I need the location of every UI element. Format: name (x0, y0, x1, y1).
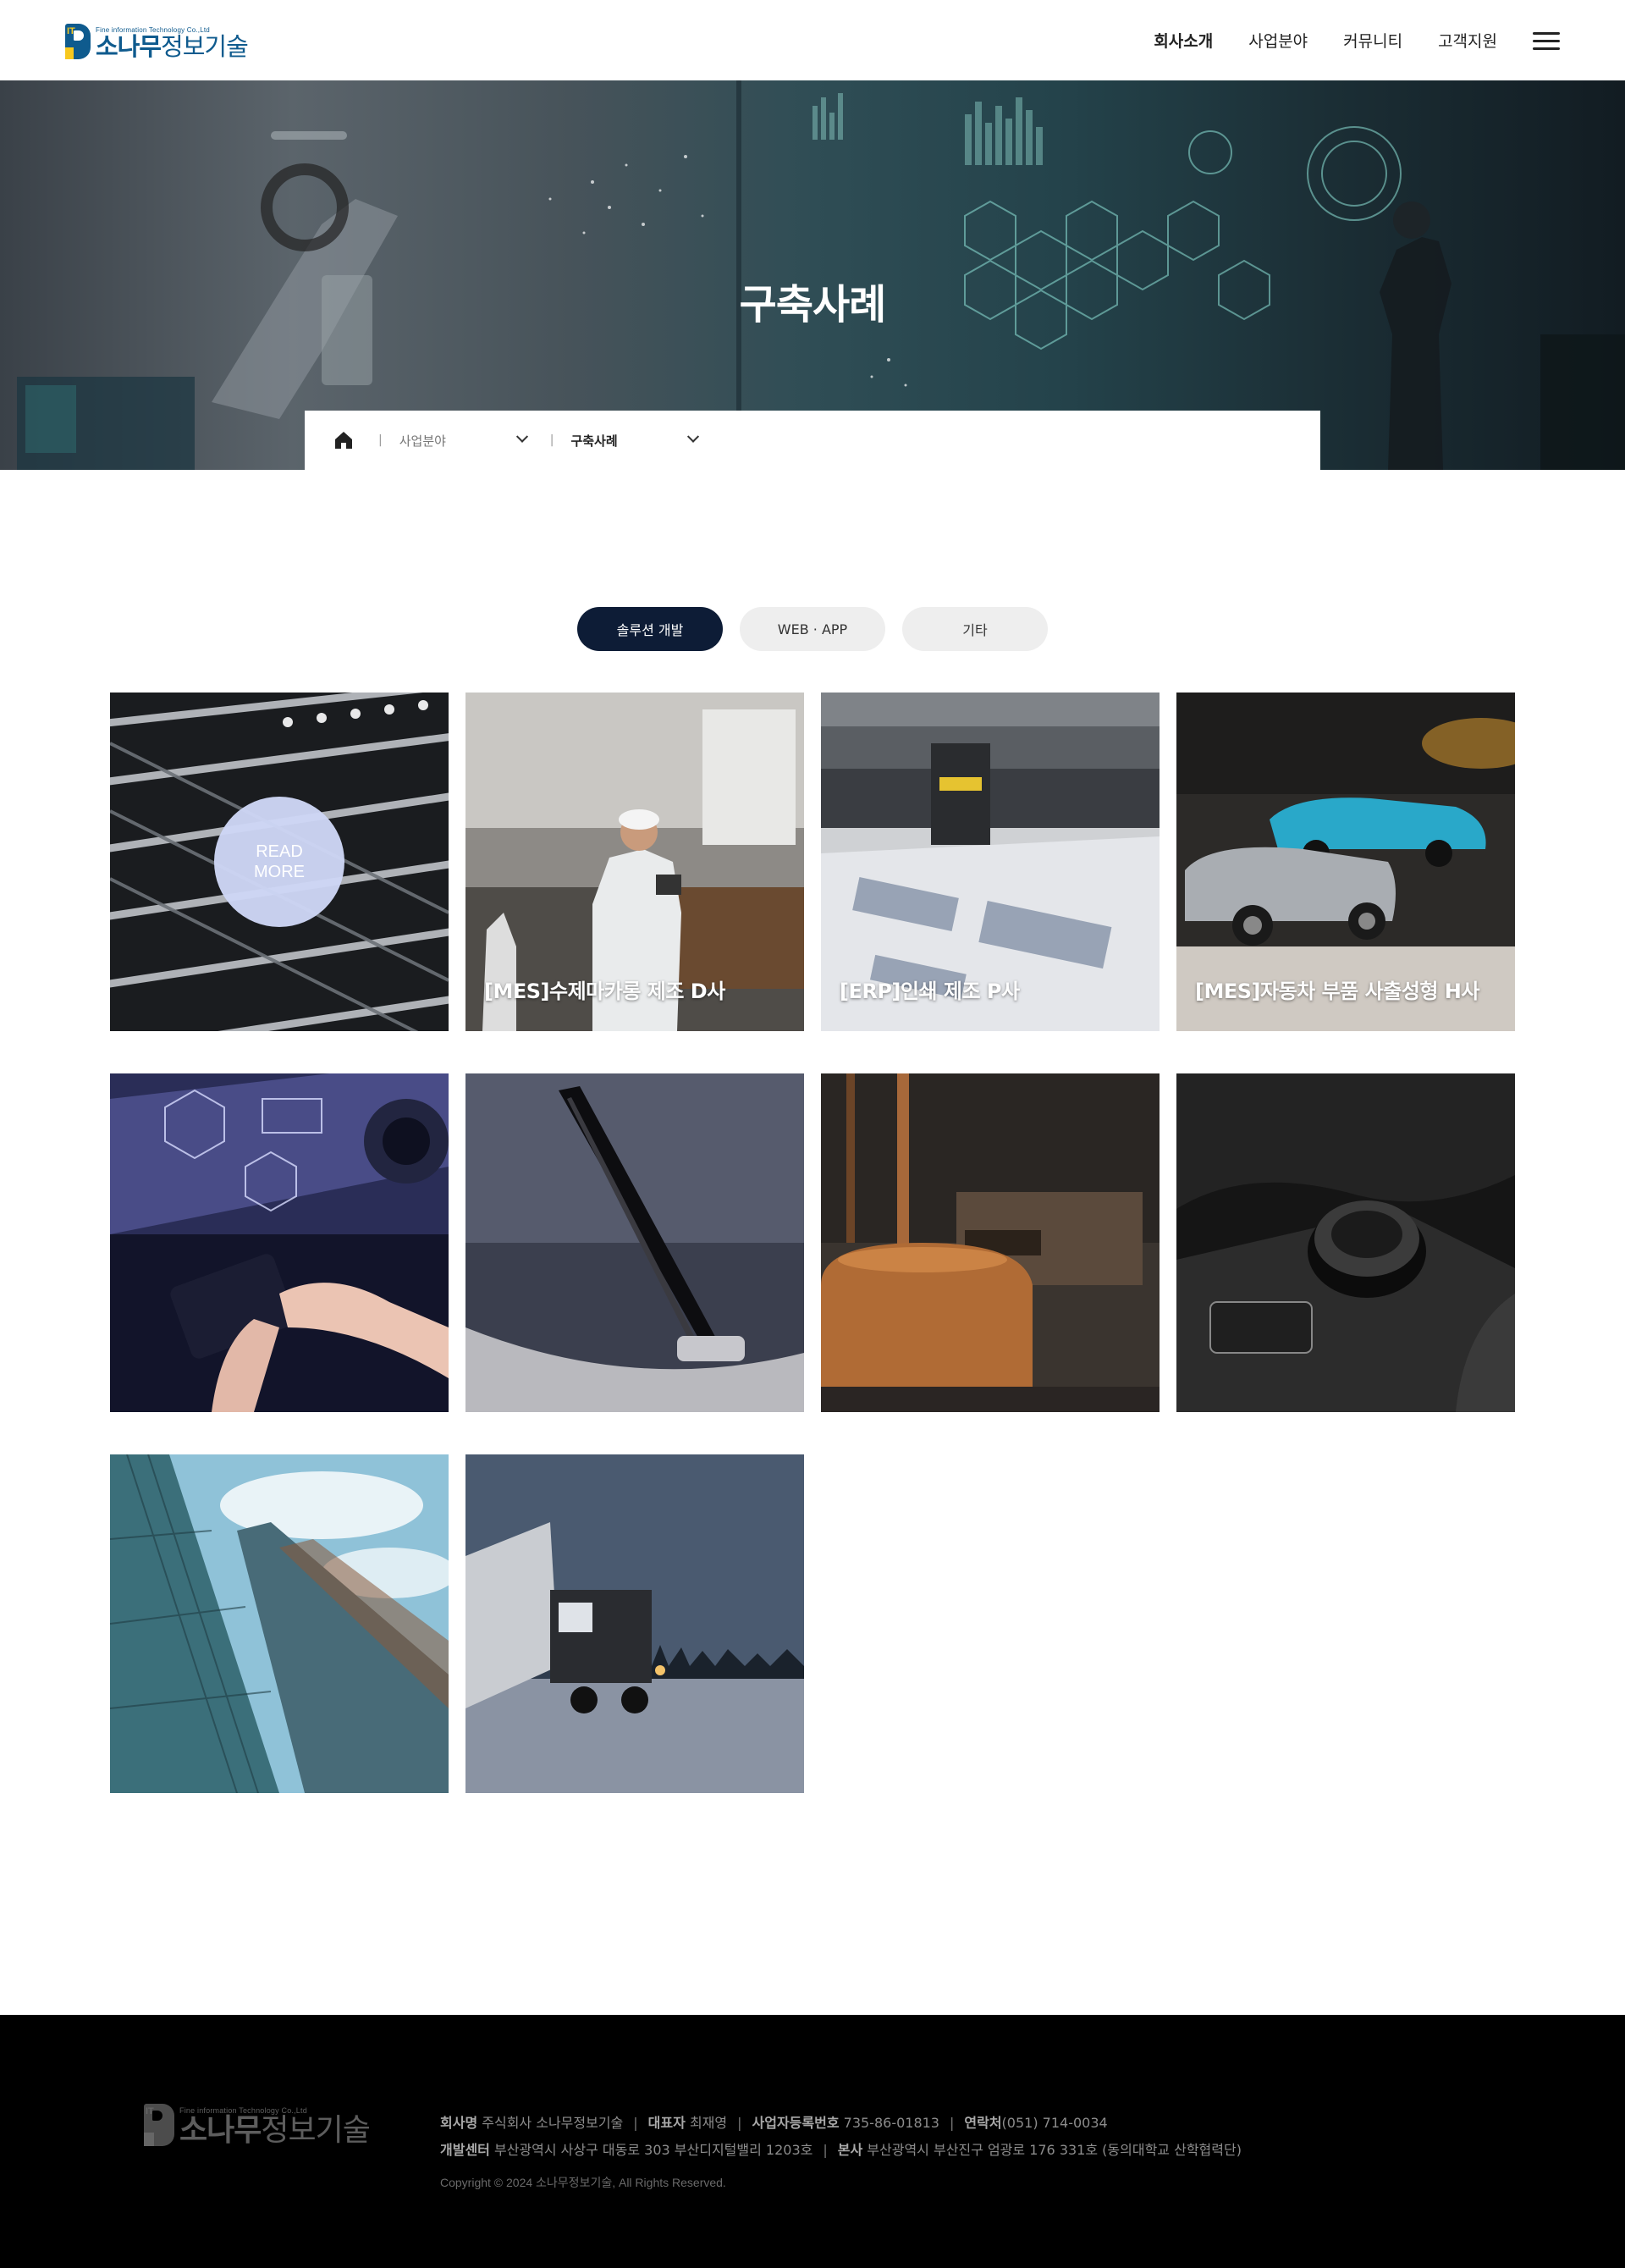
company-info-line-2: 개발센터 부산광역시 사상구 대동로 303 부산디지털밸리 1203호 | 본사 … (440, 2142, 1242, 2158)
case-image-brewing-kettle (821, 1073, 1160, 1412)
tab-etc[interactable]: 기타 (902, 607, 1048, 651)
site-logo[interactable]: IT Fine information Technology Co.,Ltd 소… (65, 21, 249, 61)
site-header: IT Fine information Technology Co.,Ltd 소… (0, 0, 1625, 80)
case-card[interactable]: READ MORE (110, 693, 449, 1031)
breadcrumb: | 사업분야 | 구축사례 (305, 411, 1320, 470)
case-image-gear-selector (1176, 1073, 1515, 1412)
site-footer: IT Fine information Technology Co.,Ltd 소… (0, 2015, 1625, 2268)
main-nav: 회사소개 사업분야 커뮤니티 고객지원 (1154, 0, 1625, 80)
case-image-glass-building (110, 1454, 449, 1793)
company-info-line-1: 회사명 주식회사 소나무정보기술 | 대표자 최재영 | 사업자등록번호 735-86-… (440, 2115, 1108, 2131)
home-icon[interactable] (333, 429, 355, 451)
category-tabs: 솔루션 개발 WEB · APP 기타 (0, 607, 1625, 651)
case-image-windshield-wiper (465, 1073, 804, 1412)
company-info: 회사명 주식회사 소나무정보기술 | 대표자 최재영 | 사업자등록번호 735-86-… (440, 2110, 1242, 2164)
case-card[interactable] (465, 1454, 804, 1793)
page-title: 구축사례 (739, 281, 887, 328)
logo-name: 소나무정보기술 (96, 32, 249, 61)
case-card[interactable] (110, 1454, 449, 1793)
copyright: Copyright © 2024 소나무정보기술, All Rights Res… (440, 2176, 726, 2189)
case-card[interactable]: [MES]자동차 부품 사출성형 H사 (1176, 693, 1515, 1031)
case-card[interactable]: [MES]수제마카롱 제조 D사 (465, 693, 804, 1031)
case-caption: [ERP]인쇄 제조 P사 (840, 979, 1020, 1003)
nav-item-community[interactable]: 커뮤니티 (1343, 29, 1402, 52)
nav-item-support[interactable]: 고객지원 (1438, 29, 1497, 52)
case-card[interactable]: [ERP]인쇄 제조 P사 (821, 693, 1160, 1031)
breadcrumb-separator: | (549, 433, 554, 447)
breadcrumb-select-cases[interactable]: 구축사례 (570, 430, 700, 450)
breadcrumb-separator: | (378, 433, 383, 447)
read-more-button[interactable]: READ MORE (214, 797, 344, 927)
footer-logo: IT Fine information Technology Co.,Ltd 소… (144, 2104, 371, 2146)
case-caption: [MES]자동차 부품 사출성형 H사 (1195, 979, 1479, 1003)
case-image-truck (465, 1454, 804, 1793)
case-card[interactable] (110, 1073, 449, 1412)
chevron-down-icon (515, 430, 528, 443)
logo-mark-icon: IT (65, 24, 91, 59)
hamburger-menu-icon[interactable] (1533, 30, 1560, 51)
case-card[interactable] (465, 1073, 804, 1412)
case-caption: [MES]수제마카롱 제조 D사 (484, 979, 725, 1003)
nav-item-about[interactable]: 회사소개 (1154, 29, 1213, 52)
case-card[interactable] (821, 1073, 1160, 1412)
case-card[interactable] (1176, 1073, 1515, 1412)
chevron-down-icon (687, 430, 700, 443)
breadcrumb-select-business[interactable]: 사업분야 (399, 430, 528, 450)
tab-solution[interactable]: 솔루션 개발 (577, 607, 723, 651)
tab-web-app[interactable]: WEB · APP (740, 607, 885, 651)
nav-item-business[interactable]: 사업분야 (1248, 29, 1308, 52)
logo-mark-icon: IT (144, 2104, 174, 2146)
case-image-car-dashboard (110, 1073, 449, 1412)
